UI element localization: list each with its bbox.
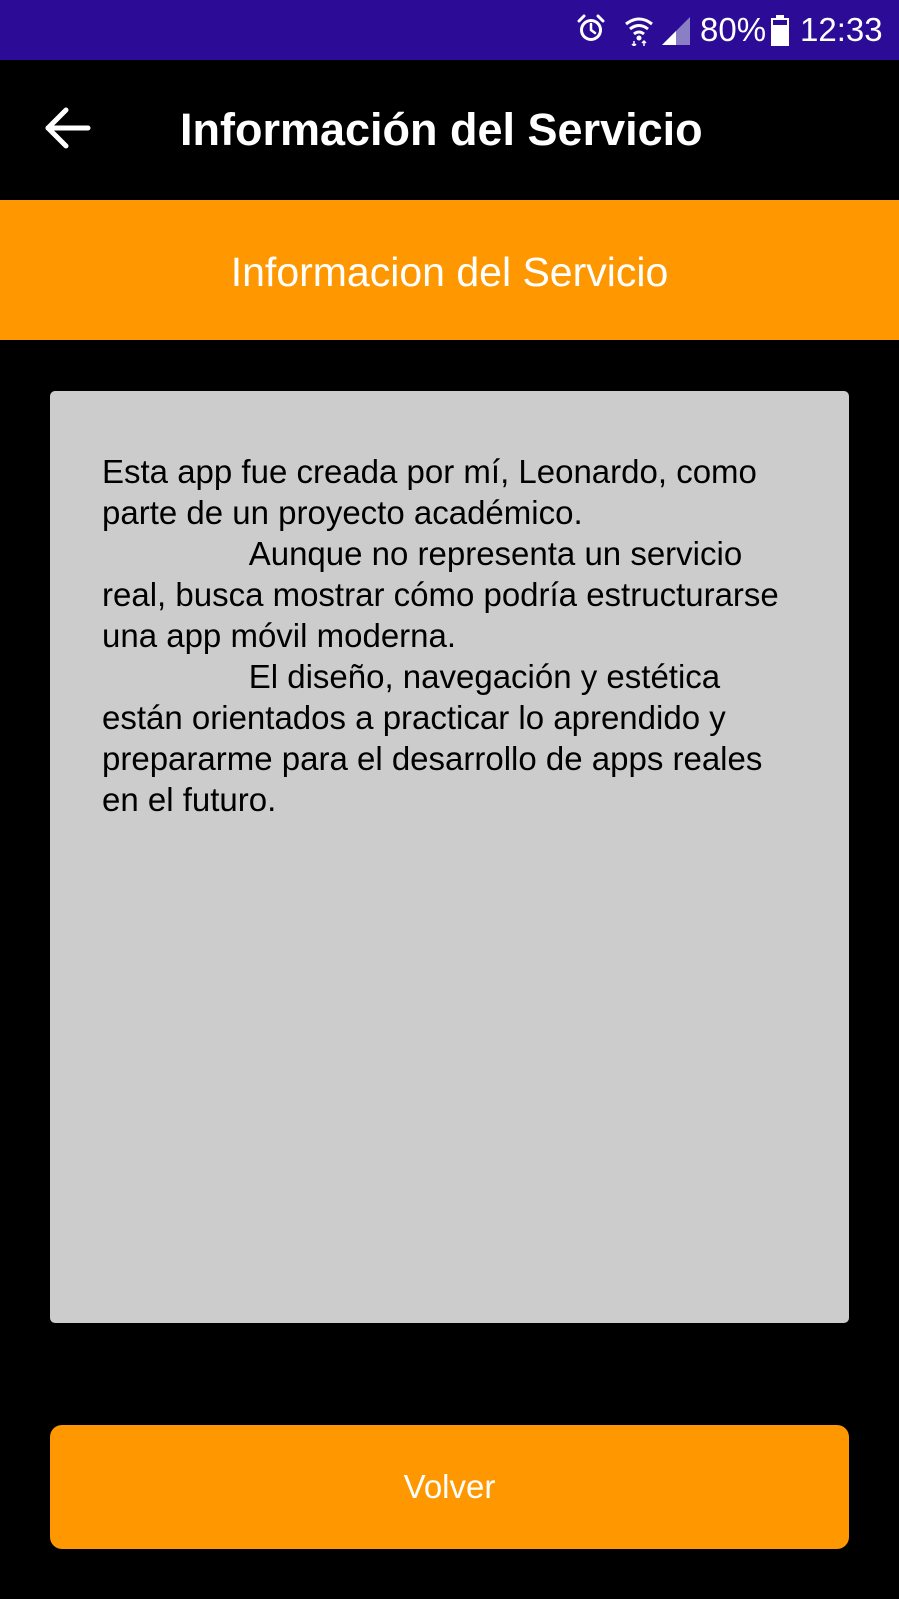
- battery-icon: [771, 15, 789, 46]
- info-text: Esta app fue creada por mí, Leonardo, co…: [102, 453, 779, 818]
- info-card: Esta app fue creada por mí, Leonardo, co…: [50, 391, 849, 1323]
- back-button[interactable]: [40, 100, 96, 156]
- wifi-icon: [625, 17, 653, 46]
- status-bar: 80% 12:33: [0, 0, 899, 60]
- banner-title: Informacion del Servicio: [230, 249, 669, 295]
- signal-icon: [662, 17, 690, 45]
- arrow-left-icon: [45, 107, 91, 149]
- app-bar: Información del Servicio: [0, 60, 899, 200]
- page-title: Información del Servicio: [180, 104, 703, 155]
- volver-button[interactable]: Volver: [50, 1425, 849, 1549]
- alarm-icon: [577, 14, 605, 41]
- volver-button-label: Volver: [403, 1468, 496, 1505]
- battery-percent: 80%: [700, 11, 767, 48]
- header-banner: Informacion del Servicio: [0, 200, 899, 340]
- status-clock: 12:33: [800, 11, 883, 48]
